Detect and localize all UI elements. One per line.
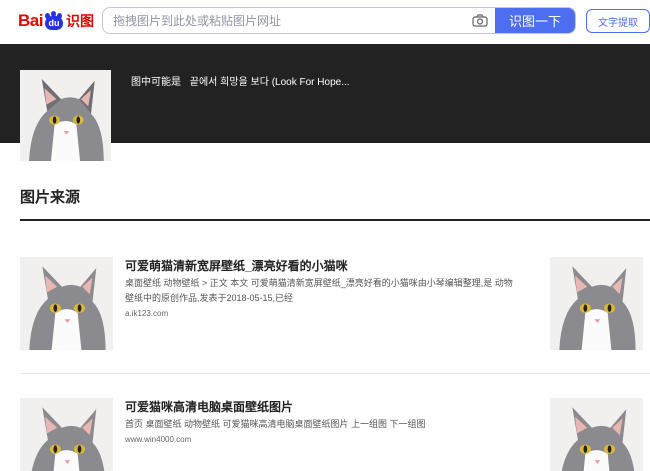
result-site[interactable]: a.ik123.com [125, 309, 168, 318]
text-extract-button[interactable]: 文字提取 [586, 9, 650, 33]
logo-bai-text: Bai [18, 11, 43, 30]
top-bar: Bai du 识图 识图一下 文字提取 [0, 0, 650, 44]
logo-du-text: du [44, 16, 63, 30]
guess-label: 图中可能是 [131, 77, 181, 88]
result-description: 首页 桌面壁纸 动物壁纸 可爱猫咪高清电脑桌面壁纸图片 上一组图 下一组图 [125, 419, 426, 429]
cat-image [550, 398, 643, 471]
cat-image [20, 70, 111, 161]
result-thumbnail[interactable] [20, 398, 113, 471]
paw-icon: du [44, 11, 64, 31]
image-url-input[interactable] [103, 8, 465, 33]
section-divider [20, 219, 650, 221]
query-image[interactable] [20, 70, 111, 161]
guess-text: 图中可能是 끝에서 희망을 보다 (Look For Hope... [131, 73, 350, 88]
result-site[interactable]: www.win4000.com [125, 435, 191, 444]
guess-value[interactable]: 끝에서 희망을 보다 (Look For Hope... [190, 77, 350, 88]
section-title: 图片来源 [20, 189, 81, 206]
result-title[interactable]: 可爱猫咪高清电脑桌面壁纸图片 [125, 398, 293, 415]
search-box: 识图一下 [102, 7, 576, 34]
logo-shitu-text: 识图 [65, 13, 94, 29]
result-title[interactable]: 可爱萌猫清新宽屏壁纸_漂亮好看的小猫咪 [125, 257, 348, 274]
search-button[interactable]: 识图一下 [495, 8, 575, 33]
result-divider [20, 373, 650, 374]
cat-image [20, 257, 113, 350]
result-description: 桌面壁纸 动物壁纸 > 正文 本文 可爱萌猫清新宽屏壁纸_漂亮好看的小猫咪由小琴… [125, 278, 513, 303]
result-thumbnail-right[interactable] [550, 398, 643, 471]
cat-image [550, 257, 643, 350]
cat-image [20, 398, 113, 471]
result-thumbnail[interactable] [20, 257, 113, 350]
baidu-shitu-logo[interactable]: Bai du 识图 [18, 9, 94, 33]
result-thumbnail-right[interactable] [550, 257, 643, 350]
camera-icon[interactable] [465, 8, 495, 33]
